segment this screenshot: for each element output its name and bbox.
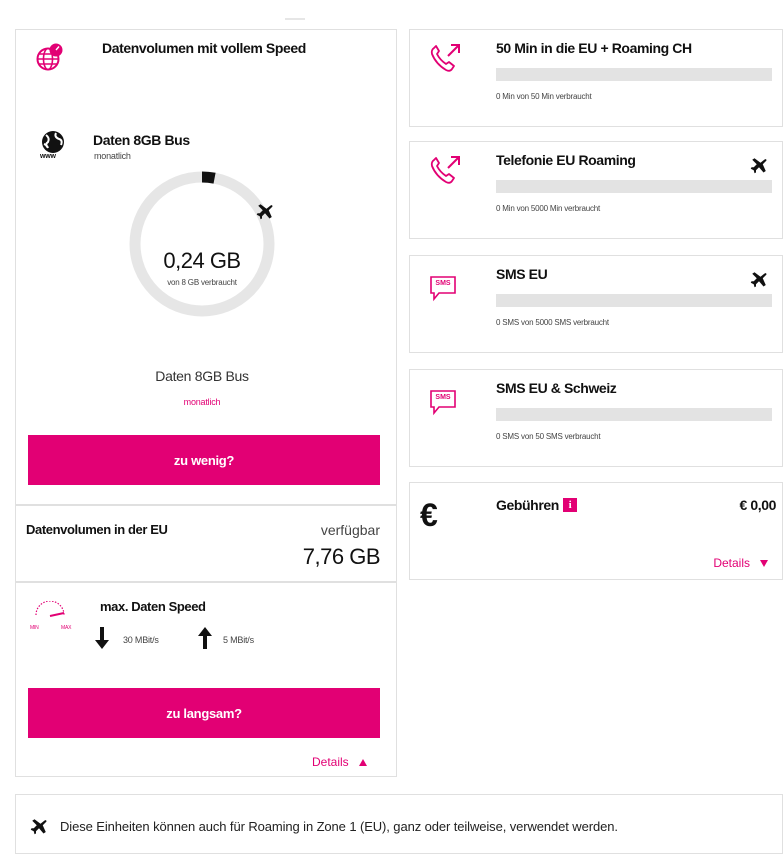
usage-card: Telefonie EU Roaming 0 Min von 5000 Min … — [409, 141, 783, 239]
usage-progress-bar — [496, 408, 772, 421]
usage-title: SMS EU — [496, 266, 548, 282]
eu-volume-card: Datenvolumen in der EU verfügbar 7,76 GB — [15, 505, 397, 582]
info-icon[interactable]: i — [562, 498, 577, 512]
fees-details-label: Details — [713, 556, 750, 570]
fees-value: € 0,00 — [739, 497, 776, 513]
roaming-note-box: Diese Einheiten können auch für Roaming … — [15, 794, 783, 854]
gauge-plan-period: monatlich — [183, 397, 221, 407]
usage-caption: 0 SMS von 50 SMS verbraucht — [496, 432, 601, 441]
sms-icon-label: SMS — [435, 280, 451, 287]
roaming-plane-icon — [256, 204, 273, 220]
usage-card: SMS SMS EU & Schweiz 0 SMS von 50 SMS ve… — [409, 369, 783, 467]
download-speed: 30 MBit/s — [123, 635, 159, 645]
speed-title: max. Daten Speed — [100, 599, 206, 614]
gauge-used-caption: von 8 GB verbraucht — [167, 278, 237, 287]
usage-progress-bar — [496, 68, 772, 81]
sms-icon-label: SMS — [435, 394, 451, 401]
fees-card: € Gebühren i € 0,00 Details — [409, 482, 783, 580]
usage-caption: 0 Min von 5000 Min verbraucht — [496, 204, 601, 213]
roaming-plane-icon — [750, 272, 767, 288]
usage-progress-bar — [496, 180, 772, 193]
data-volume-card: Datenvolumen mit vollem Speed www Daten … — [15, 29, 397, 505]
www-label: www — [40, 153, 56, 160]
plan-name: Daten 8GB Bus — [93, 132, 190, 148]
too-little-button[interactable]: zu wenig? — [28, 435, 380, 485]
chevron-down-icon — [760, 559, 768, 567]
gauge-track — [129, 171, 275, 317]
usage-caption: 0 Min von 50 Min verbraucht — [496, 92, 592, 101]
speedometer-icon — [35, 601, 65, 617]
speedo-min-label: MIN — [30, 625, 39, 631]
usage-caption: 0 SMS von 5000 SMS verbraucht — [496, 318, 609, 327]
roaming-plane-icon — [750, 158, 767, 174]
download-arrow-icon — [95, 627, 109, 649]
details-collapse-link[interactable]: Details — [312, 755, 367, 769]
eu-available-label: verfügbar — [320, 522, 380, 538]
top-divider — [285, 18, 305, 20]
usage-progress-bar — [496, 294, 772, 307]
plan-period: monatlich — [94, 151, 131, 161]
speed-card: MIN MAX max. Daten Speed 30 MBit/s 5 MBi… — [15, 582, 397, 777]
phone-outgoing-icon — [430, 44, 460, 72]
speedo-max-label: MAX — [61, 625, 72, 631]
fees-title: Gebühren i — [496, 497, 577, 513]
fees-details-link[interactable]: Details — [713, 556, 768, 570]
usage-title: SMS EU & Schweiz — [496, 380, 617, 396]
upload-speed: 5 MBit/s — [223, 635, 254, 645]
details-label: Details — [312, 755, 349, 769]
chevron-up-icon — [358, 758, 367, 766]
upload-arrow-icon — [198, 627, 212, 649]
usage-title: Telefonie EU Roaming — [496, 152, 636, 168]
too-slow-button[interactable]: zu langsam? — [28, 688, 380, 738]
gauge-used-arc — [201, 171, 216, 184]
globe-speed-icon — [36, 43, 63, 71]
gauge-plan-name: Daten 8GB Bus — [155, 368, 249, 384]
data-usage-gauge — [129, 171, 275, 317]
eu-available-value: 7,76 GB — [302, 544, 381, 569]
usage-card: 50 Min in die EU + Roaming CH 0 Min von … — [409, 29, 783, 127]
gauge-used-value: 0,24 GB — [163, 248, 241, 273]
fees-title-text: Gebühren — [496, 497, 559, 513]
roaming-plane-icon — [30, 819, 47, 835]
phone-outgoing-icon — [430, 156, 460, 184]
data-volume-title: Datenvolumen mit vollem Speed — [102, 40, 306, 56]
usage-title: 50 Min in die EU + Roaming CH — [496, 40, 692, 56]
eu-volume-title: Datenvolumen in der EU — [26, 522, 168, 537]
roaming-note-text: Diese Einheiten können auch für Roaming … — [60, 819, 618, 834]
euro-icon: € — [420, 497, 438, 533]
usage-card: SMS SMS EU 0 SMS von 5000 SMS verbraucht — [409, 255, 783, 353]
